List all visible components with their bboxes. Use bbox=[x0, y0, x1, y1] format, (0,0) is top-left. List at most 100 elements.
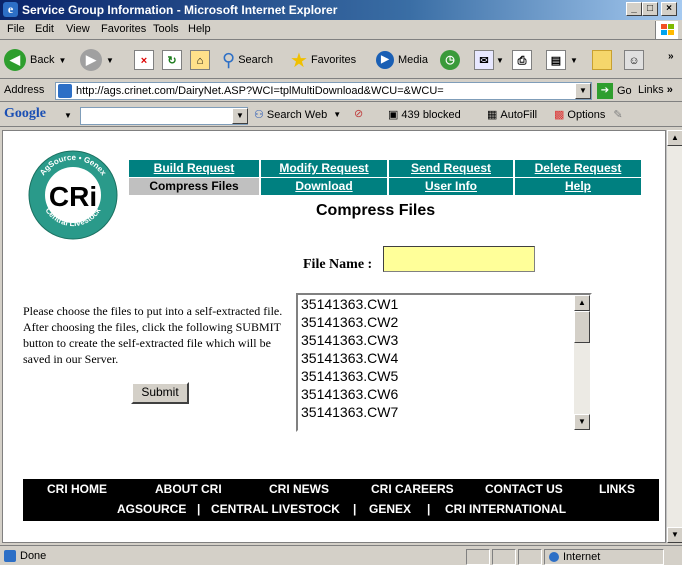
footer-link-cri-home[interactable]: CRI HOME bbox=[47, 482, 107, 496]
file-item[interactable]: 35141363.CW4 bbox=[298, 349, 590, 367]
menu-help[interactable]: Help bbox=[188, 23, 211, 35]
options-button[interactable]: ▩ Options ✎ bbox=[554, 108, 623, 122]
window-title: Service Group Information - Microsoft In… bbox=[22, 3, 338, 17]
status-bar: Done Internet bbox=[0, 545, 682, 565]
forward-dropdown-icon[interactable]: ▼ bbox=[106, 56, 114, 65]
google-search-input[interactable] bbox=[80, 107, 248, 125]
file-item[interactable]: 35141363.CW3 bbox=[298, 331, 590, 349]
footer-link-about-cri[interactable]: ABOUT CRI bbox=[155, 482, 222, 496]
file-list-scrollbar[interactable]: ▲ ▼ bbox=[574, 295, 590, 430]
back-button[interactable]: ◀ Back ▼ bbox=[4, 47, 66, 73]
search-button[interactable]: ⚲ Search bbox=[222, 47, 273, 73]
binoculars-icon: ⚇ bbox=[254, 109, 264, 121]
footer-link-cri-international[interactable]: CRI INTERNATIONAL bbox=[445, 502, 566, 516]
scroll-up-icon[interactable]: ▲ bbox=[574, 295, 590, 311]
popup-blocker-button[interactable]: ▣ 439 blocked bbox=[388, 108, 461, 122]
search-icon: ⚲ bbox=[222, 49, 236, 70]
cri-logo[interactable]: CRi AgSource • Genex Central Livestock bbox=[26, 150, 120, 240]
stop-button[interactable]: × bbox=[134, 47, 154, 73]
search-web-label: Search Web bbox=[266, 108, 328, 121]
title-bar[interactable]: e Service Group Information - Microsoft … bbox=[0, 0, 682, 20]
page-scroll-up-icon[interactable]: ▲ bbox=[667, 130, 682, 146]
messenger-button[interactable]: ☺ bbox=[624, 47, 644, 73]
toolbar-overflow-icon[interactable]: » bbox=[668, 51, 674, 62]
file-item[interactable]: 35141363.CW2 bbox=[298, 313, 590, 331]
print-button[interactable]: ⎙ bbox=[512, 47, 532, 73]
footer-link-genex[interactable]: GENEX bbox=[369, 502, 411, 516]
nav-send-request[interactable]: Send Request bbox=[389, 160, 513, 177]
file-list[interactable]: 35141363.CW1 35141363.CW2 35141363.CW3 3… bbox=[296, 293, 592, 432]
scroll-thumb[interactable] bbox=[574, 311, 590, 343]
nav-user-info[interactable]: User Info bbox=[389, 178, 513, 195]
nav-delete-request[interactable]: Delete Request bbox=[515, 160, 641, 177]
folder-button[interactable] bbox=[592, 47, 612, 73]
edit-button[interactable]: ▤ ▼ bbox=[546, 47, 578, 73]
menu-bar: File Edit View Favorites Tools Help bbox=[0, 20, 682, 40]
file-name-label: File Name : bbox=[303, 257, 373, 272]
address-dropdown-icon[interactable]: ▼ bbox=[575, 83, 591, 99]
search-web-dropdown-icon[interactable]: ▼ bbox=[333, 110, 341, 119]
links-button[interactable]: Links » bbox=[638, 84, 673, 96]
media-button[interactable]: ▶ Media bbox=[376, 47, 428, 73]
google-search-dropdown-icon[interactable]: ▼ bbox=[232, 108, 248, 124]
minimize-button[interactable]: _ bbox=[626, 2, 642, 16]
search-web-button[interactable]: ⚇ Search Web ▼ bbox=[254, 108, 341, 122]
mail-button[interactable]: ✉ ▼ bbox=[474, 47, 504, 73]
scroll-down-icon[interactable]: ▼ bbox=[574, 414, 590, 430]
zone-pane: Internet bbox=[544, 549, 664, 565]
address-input[interactable]: http://ags.crinet.com/DairyNet.ASP?WCI=t… bbox=[55, 82, 592, 100]
mail-dropdown-icon[interactable]: ▼ bbox=[496, 56, 504, 65]
footer-separator: | bbox=[353, 502, 357, 516]
media-icon: ▶ bbox=[376, 51, 394, 69]
favorites-button[interactable]: ★ Favorites bbox=[290, 47, 356, 73]
menu-view[interactable]: View bbox=[66, 23, 90, 35]
page-scroll-down-icon[interactable]: ▼ bbox=[667, 527, 682, 543]
footer-link-links[interactable]: LINKS bbox=[599, 482, 635, 496]
file-item[interactable]: 35141363.CW7 bbox=[298, 403, 590, 421]
nav-modify-request[interactable]: Modify Request bbox=[261, 160, 387, 177]
footer-link-agsource[interactable]: AGSOURCE bbox=[117, 502, 186, 516]
menu-favorites[interactable]: Favorites bbox=[101, 23, 146, 35]
nav-help[interactable]: Help bbox=[515, 178, 641, 195]
nav-compress-files[interactable]: Compress Files bbox=[129, 178, 259, 195]
highlight-pen-icon[interactable]: ✎ bbox=[613, 108, 622, 121]
history-button[interactable]: ◷ bbox=[440, 47, 464, 73]
page-scrollbar[interactable]: ▲ ▼ bbox=[666, 130, 682, 543]
refresh-button[interactable]: ↻ bbox=[162, 47, 182, 73]
menu-tools[interactable]: Tools bbox=[153, 23, 179, 35]
home-button[interactable]: ⌂ bbox=[190, 47, 210, 73]
instructions-text: Please choose the files to put into a se… bbox=[23, 304, 283, 366]
google-logo[interactable]: Google bbox=[4, 106, 46, 122]
media-label: Media bbox=[398, 54, 428, 66]
forward-arrow-icon: ▶ bbox=[80, 49, 102, 71]
file-item[interactable]: 35141363.CW6 bbox=[298, 385, 590, 403]
page-rank-icon[interactable]: ⊘ bbox=[354, 107, 363, 120]
forward-button[interactable]: ▶ ▼ bbox=[80, 47, 114, 73]
search-label: Search bbox=[238, 54, 274, 66]
cri-logo-emblem: CRi AgSource • Genex Central Livestock bbox=[28, 150, 118, 240]
maximize-button[interactable]: □ bbox=[642, 2, 658, 16]
go-button[interactable]: ➔ Go bbox=[597, 83, 632, 99]
nav-download[interactable]: Download bbox=[261, 178, 387, 195]
footer-link-cri-careers[interactable]: CRI CAREERS bbox=[371, 482, 454, 496]
file-item[interactable]: 35141363.CW5 bbox=[298, 367, 590, 385]
file-name-input[interactable] bbox=[383, 246, 535, 272]
autofill-icon: ▦ bbox=[487, 109, 498, 121]
footer-link-central-livestock[interactable]: CENTRAL LIVESTOCK bbox=[211, 502, 340, 516]
footer-link-cri-news[interactable]: CRI NEWS bbox=[269, 482, 329, 496]
favorites-star-icon: ★ bbox=[290, 49, 308, 72]
status-pane bbox=[492, 549, 516, 565]
nav-build-request[interactable]: Build Request bbox=[129, 160, 259, 177]
menu-edit[interactable]: Edit bbox=[35, 23, 54, 35]
back-dropdown-icon[interactable]: ▼ bbox=[58, 56, 66, 65]
file-item[interactable]: 35141363.CW1 bbox=[298, 295, 590, 313]
autofill-button[interactable]: ▦ AutoFill bbox=[487, 108, 537, 122]
submit-button[interactable]: Submit bbox=[131, 382, 189, 404]
menu-file[interactable]: File bbox=[7, 23, 25, 35]
google-menu-dropdown-icon[interactable]: ▼ bbox=[64, 111, 72, 120]
svg-text:CRi: CRi bbox=[49, 181, 97, 212]
edit-dropdown-icon[interactable]: ▼ bbox=[570, 56, 578, 65]
close-button[interactable]: × bbox=[661, 2, 677, 16]
footer-link-contact-us[interactable]: CONTACT US bbox=[485, 482, 563, 496]
edit-page-icon: ▤ bbox=[546, 50, 566, 70]
